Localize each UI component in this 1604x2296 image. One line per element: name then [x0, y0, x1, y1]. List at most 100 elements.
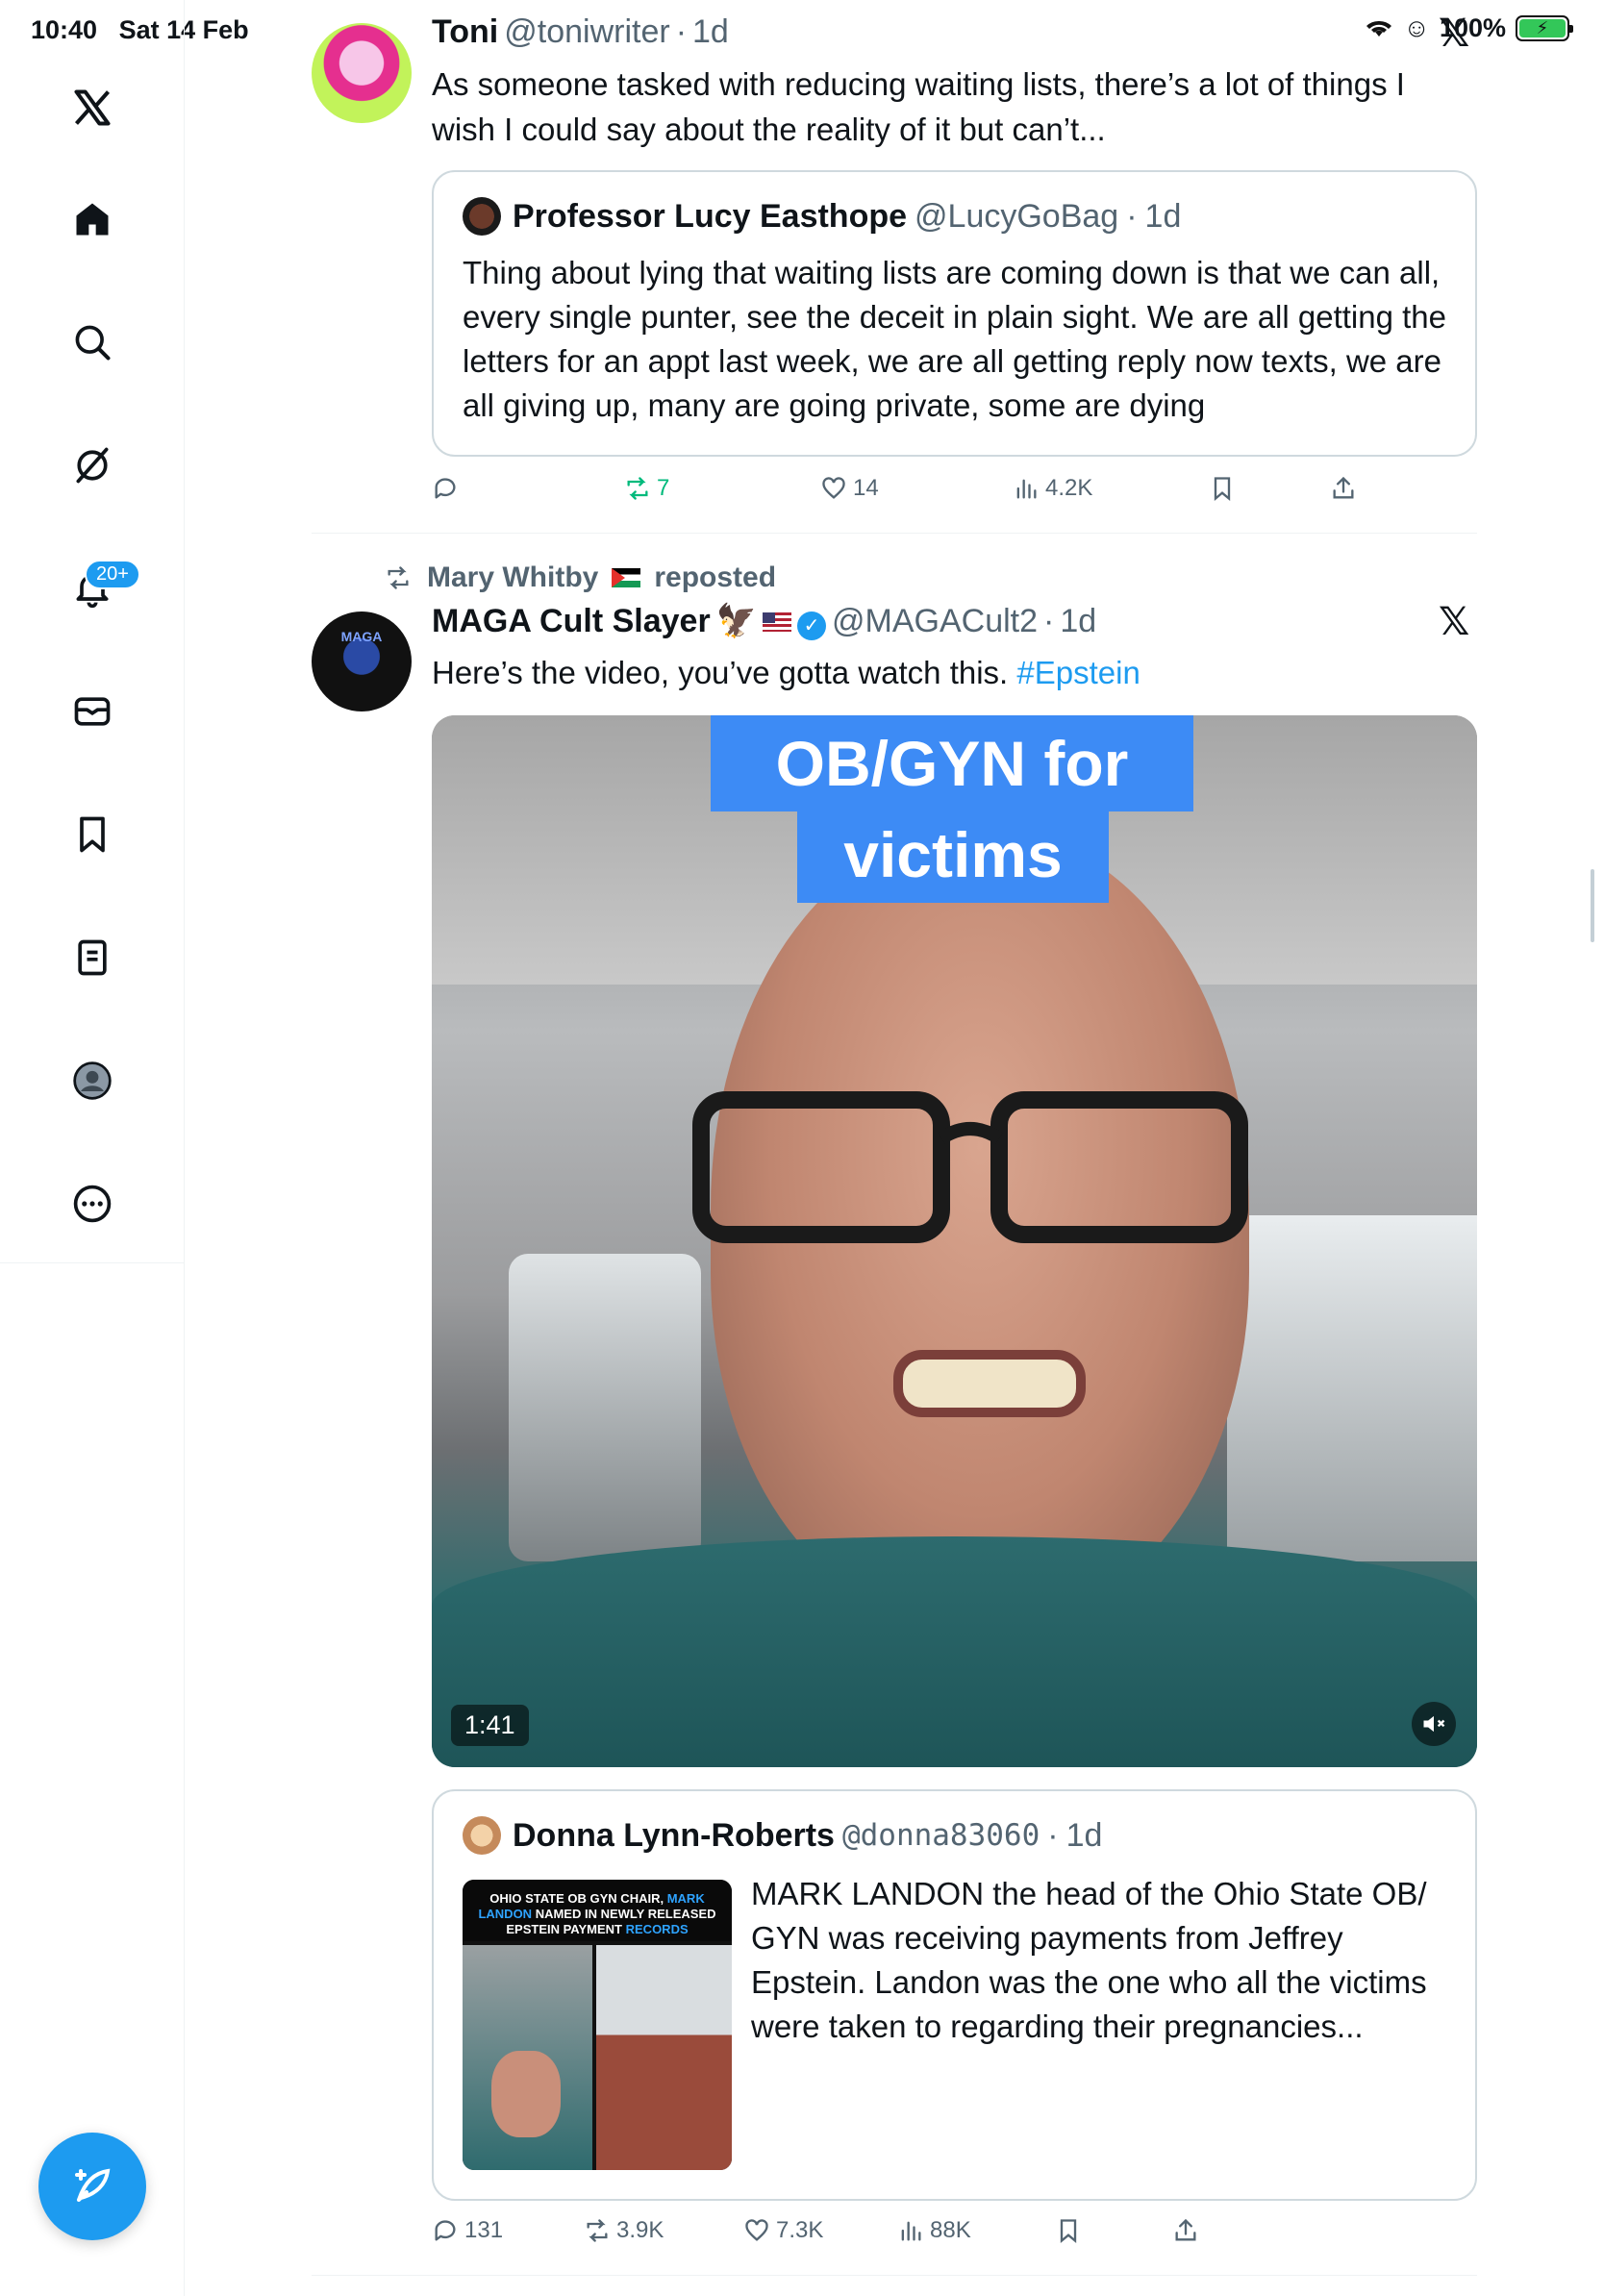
quote-author-handle[interactable]: @donna83060: [842, 1818, 1040, 1853]
quote-avatar: [463, 1816, 501, 1855]
dot-separator: ·: [1126, 197, 1138, 235]
us-flag-icon: [763, 612, 792, 632]
bookmarks-icon[interactable]: [62, 804, 123, 865]
thumbnail-title: OHIO STATE OB GYN CHAIR, MARK LANDON NAM…: [463, 1880, 732, 1941]
thumb-title-part1: OHIO STATE OB GYN CHAIR,: [489, 1891, 664, 1906]
reposted-by[interactable]: Mary Whitby: [427, 562, 598, 594]
search-icon[interactable]: [62, 312, 123, 373]
like-button[interactable]: 14: [820, 475, 879, 502]
repost-icon: [587, 2219, 608, 2242]
quote-text: MARK LANDON the head of the Ohio State O…: [751, 1876, 1427, 2044]
repost-button[interactable]: 7: [624, 475, 669, 502]
thumb-title-highlight2: RECORDS: [625, 1922, 689, 1936]
home-icon[interactable]: [62, 188, 123, 250]
quote-time: 1d: [1065, 1816, 1103, 1854]
tweet-author-handle[interactable]: @MAGACult2: [832, 603, 1038, 640]
reposted-label: reposted: [654, 562, 777, 593]
tweet-author-name[interactable]: Toni: [432, 13, 498, 51]
mute-button[interactable]: [1412, 1702, 1456, 1746]
quote-tweet[interactable]: Professor Lucy Easthope @LucyGoBag · 1d …: [432, 170, 1477, 457]
share-button[interactable]: [1330, 475, 1357, 502]
dot-separator: ·: [1043, 603, 1055, 639]
video-caption-line1: OB/GYN for: [711, 715, 1193, 811]
dot-separator: ·: [1047, 1816, 1059, 1854]
quote-avatar: [463, 197, 501, 236]
quote-time: 1d: [1144, 197, 1182, 235]
share-icon: [1175, 2218, 1196, 2241]
status-emoji-icon: ☺: [1403, 13, 1430, 42]
battery-icon: ⚡: [1516, 15, 1573, 41]
avatar-text: MAGA: [340, 629, 383, 644]
thumbnail-right-image: [596, 1945, 732, 2170]
thumbnail-face: [491, 2051, 561, 2137]
like-count: 14: [853, 475, 879, 501]
video-player[interactable]: OB/GYN for victims 1:41: [432, 715, 1477, 1767]
lists-icon[interactable]: [62, 927, 123, 988]
bookmark-icon: [1214, 477, 1231, 501]
tweet-time[interactable]: 1d: [1060, 603, 1096, 640]
repost-count: 3.9K: [616, 2217, 664, 2243]
video-mouth: [893, 1350, 1086, 1417]
share-button[interactable]: [1172, 2217, 1199, 2244]
quote-author-name[interactable]: Professor Lucy Easthope: [513, 198, 907, 236]
mute-icon: [1423, 1715, 1445, 1733]
reply-count: 131: [464, 2217, 504, 2243]
messages-icon[interactable]: [62, 681, 123, 742]
grok-icon[interactable]: [62, 435, 123, 496]
tweet-actions: 7 14 4.2K: [432, 475, 1477, 513]
repost-context[interactable]: Mary Whitby reposted: [383, 562, 776, 594]
x-logo-icon[interactable]: 𝕏: [1439, 12, 1469, 56]
tweet-text: Here’s the video, you’ve gotta watch thi…: [432, 650, 1470, 695]
repost-count: 7: [657, 475, 670, 501]
views-icon: [901, 2221, 921, 2241]
scroll-indicator[interactable]: [1591, 869, 1594, 942]
verified-badge-icon: ✓: [797, 611, 827, 640]
x-logo-icon[interactable]: 𝕏: [1439, 600, 1469, 644]
video-window-right: [1227, 1215, 1477, 1561]
repost-button[interactable]: 3.9K: [584, 2217, 664, 2244]
video-caption-line2: victims: [797, 807, 1109, 903]
battery-bolt-icon: ⚡: [1536, 18, 1549, 37]
dot-separator: ·: [675, 13, 688, 50]
tweet-avatar-toni[interactable]: [312, 23, 412, 123]
tweet-time[interactable]: 1d: [692, 13, 729, 51]
quote-tweet[interactable]: Donna Lynn-Roberts @donna83060 · 1d OHIO…: [432, 1789, 1477, 2201]
quote-thumbnail[interactable]: OHIO STATE OB GYN CHAIR, MARK LANDON NAM…: [463, 1880, 732, 2170]
quote-author-name[interactable]: Donna Lynn-Roberts: [513, 1817, 835, 1855]
views-count: 4.2K: [1045, 475, 1093, 501]
compose-button[interactable]: [38, 2133, 146, 2240]
views-count: 88K: [930, 2217, 971, 2243]
like-button[interactable]: 7.3K: [743, 2217, 823, 2244]
tweet-author-name[interactable]: MAGA Cult Slayer: [432, 603, 711, 640]
reply-icon: [435, 478, 456, 499]
tweet-text: As someone tasked with reducing waiting …: [432, 66, 1405, 147]
compose-feather-icon: [75, 2168, 111, 2202]
reply-button[interactable]: [432, 475, 464, 502]
heart-icon: [745, 2219, 768, 2241]
share-icon: [1333, 476, 1354, 499]
tweet-header: MAGA Cult Slayer 🦅 ✓ @MAGACult2 · 1d: [432, 602, 1096, 640]
reply-button[interactable]: 131: [432, 2217, 503, 2244]
x-logo-icon[interactable]: [62, 77, 123, 138]
bookmark-button[interactable]: [1209, 475, 1236, 502]
profile-icon[interactable]: [62, 1050, 123, 1111]
hashtag-link[interactable]: #Epstein: [1016, 655, 1140, 690]
tweet-author-handle[interactable]: @toniwriter: [504, 13, 669, 51]
video-duration: 1:41: [451, 1705, 529, 1746]
quote-header: Professor Lucy Easthope @LucyGoBag · 1d: [463, 197, 1181, 236]
reply-icon: [435, 2220, 456, 2241]
repost-icon: [388, 566, 409, 589]
video-shirt: [432, 1536, 1477, 1767]
like-count: 7.3K: [776, 2217, 824, 2243]
wifi-icon: [1366, 20, 1392, 37]
video-glasses: [692, 1091, 1248, 1243]
more-icon[interactable]: [62, 1173, 123, 1235]
views-button[interactable]: 4.2K: [1013, 475, 1092, 502]
quote-author-handle[interactable]: @LucyGoBag: [915, 198, 1118, 236]
tweet-avatar-maga[interactable]: MAGA: [312, 611, 412, 711]
repost-icon: [627, 477, 648, 500]
tweet-text-main: Here’s the video, you’ve gotta watch thi…: [432, 655, 1009, 690]
bookmark-button[interactable]: [1055, 2217, 1082, 2244]
views-button[interactable]: 88K: [897, 2217, 971, 2244]
bookmark-icon: [1060, 2219, 1077, 2243]
